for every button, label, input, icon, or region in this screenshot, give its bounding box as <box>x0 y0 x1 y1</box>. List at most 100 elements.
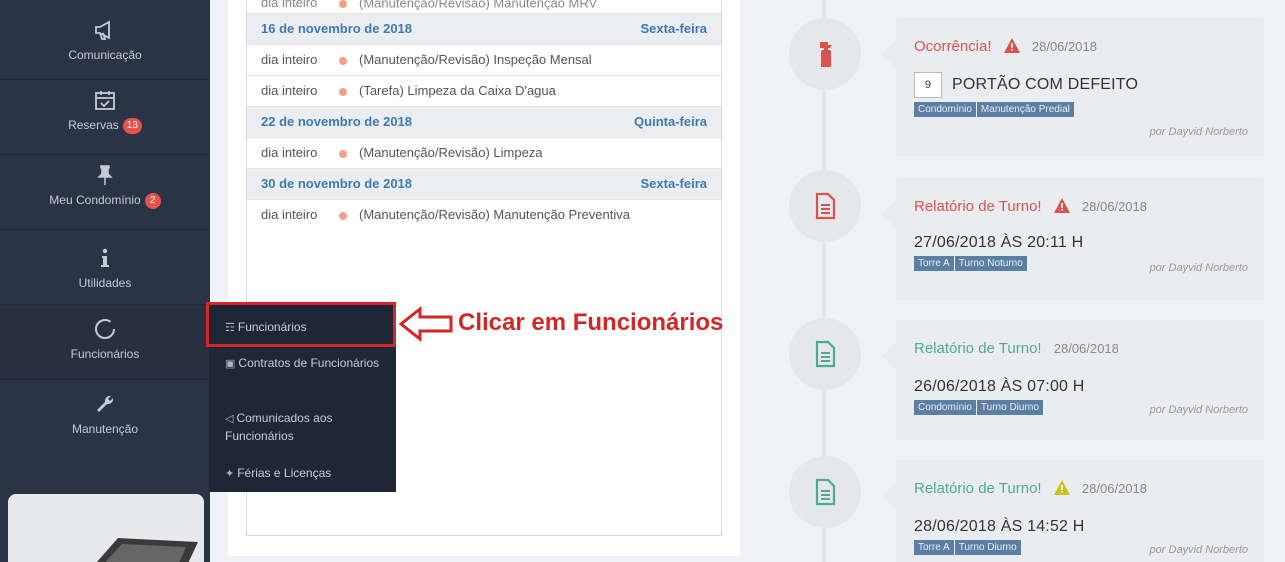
list-item[interactable]: dia inteiro (Manutenção/Revisão) Manutenç… <box>247 0 721 14</box>
event-dot <box>339 56 347 65</box>
card-author: por Dayvid Norberto <box>1149 262 1248 274</box>
event-dot <box>339 0 347 8</box>
submenu-item-label: Férias e Licenças <box>237 466 332 480</box>
card-date: 28/06/2018 <box>1031 39 1097 54</box>
reservas-badge: 13 <box>122 117 142 134</box>
date-header: 16 de novembro de 2018 Sexta-feira <box>247 14 721 45</box>
page: Comunicação Reservas 13 Meu Condomínio 2 U… <box>0 0 1285 562</box>
calendar-check-icon <box>95 91 115 110</box>
card-date: 28/06/2018 <box>1053 341 1119 356</box>
card-header: Relatório de Turno! 28/06/2018 <box>914 480 1246 500</box>
timeline-card[interactable]: Relatório de Turno! 28/06/2018 26/06/201… <box>882 320 1264 440</box>
tag: Condomínio <box>914 102 976 117</box>
callout-text: Clicar em Funcionários <box>458 309 724 336</box>
timeline-card[interactable]: Ocorrência! 28/06/2018 9 PORTÃO COM DEFEI… <box>882 18 1264 156</box>
list-item[interactable]: dia inteiro (Manutenção/Revisão) Inspeção… <box>247 45 721 76</box>
date-header: 30 de novembro de 2018 Sexta-feira <box>247 169 721 200</box>
date-label: 30 de novembro de 2018 <box>261 176 413 191</box>
card-date: 28/06/2018 <box>1081 481 1147 496</box>
pin-icon <box>97 165 113 185</box>
submenu-item-comunicados[interactable]: ◁ Comunicados aos Funcionários <box>215 406 393 449</box>
weekday-label: Sexta-feira <box>640 21 707 36</box>
fire-extinguisher-icon <box>816 42 832 67</box>
submenu-item-ferias[interactable]: ✦ Férias e Licenças <box>215 461 393 487</box>
date-header: 22 de novembro de 2018 Quinta-feira <box>247 107 721 138</box>
event-text: (Manutenção/Revisão) Manutenção Preventi… <box>359 207 630 222</box>
sidebar-item-label: Reservas <box>68 118 119 132</box>
occurrence-number: 9 <box>914 72 942 98</box>
tag-list: Condomínio Manutenção Predial <box>914 102 1246 117</box>
card-title: Ocorrência! <box>914 38 992 55</box>
card-author: por Dayvid Norberto <box>1149 404 1248 416</box>
megaphone-icon: ◁ <box>225 413 234 425</box>
event-time: dia inteiro <box>261 83 318 98</box>
sidebar-item-label: Comunicação <box>68 48 142 62</box>
meu-condominio-badge: 2 <box>144 192 161 209</box>
card-author: por Dayvid Norberto <box>1149 126 1248 138</box>
document-red-icon <box>815 192 836 220</box>
tag: Torre A <box>914 256 954 271</box>
warning-icon <box>1003 38 1020 53</box>
wrench-icon <box>97 395 114 412</box>
arrow-left-icon <box>398 306 453 342</box>
card-author: por Dayvid Norberto <box>1149 544 1248 556</box>
submenu-item-label: Comunicados aos Funcionários <box>225 411 333 443</box>
submenu-item-contratos[interactable]: ▣ Contratos de Funcionários <box>215 351 393 377</box>
circle-icon <box>95 319 115 339</box>
card-date: 28/06/2018 <box>1081 199 1147 214</box>
card-title: Relatório de Turno! <box>914 340 1042 357</box>
event-text: (Manutenção/Revisão) Limpeza <box>359 145 543 160</box>
event-time: dia inteiro <box>261 52 318 67</box>
card-header: Relatório de Turno! 28/06/2018 <box>914 198 1246 218</box>
card-body-text: 27/06/2018 ÀS 20:11 H <box>914 234 1084 251</box>
event-time: dia inteiro <box>261 207 318 222</box>
sidebar-item-comunicacao[interactable]: Comunicação <box>0 0 210 80</box>
card-body-text: 28/06/2018 ÀS 14:52 H <box>914 518 1085 535</box>
sidebar-item-meu-condominio[interactable]: Meu Condomínio 2 <box>0 155 210 230</box>
sidebar-item-label: Funcionários <box>70 347 140 361</box>
list-item[interactable]: dia inteiro (Manutenção/Revisão) Manutenç… <box>247 200 721 231</box>
sidebar-item-label: Manutenção <box>71 422 139 436</box>
timeline-icon-circle <box>789 18 861 90</box>
tag: Turno Diurno <box>976 400 1043 415</box>
card-title: Relatório de Turno! <box>914 480 1042 497</box>
card-header: Relatório de Turno! 28/06/2018 <box>914 340 1246 360</box>
tag: Turno Noturno <box>954 256 1027 271</box>
tag: Torre A <box>914 540 954 555</box>
app-promo-card <box>8 494 204 562</box>
event-text: (Manutenção/Revisão) Inspeção Mensal <box>359 52 592 67</box>
list-item[interactable]: dia inteiro (Manutenção/Revisão) Limpeza <box>247 138 721 169</box>
timeline-card[interactable]: Relatório de Turno! 28/06/2018 28/06/201… <box>882 460 1264 562</box>
document-green-icon <box>815 478 836 506</box>
submenu-item-label: Contratos de Funcionários <box>238 356 380 370</box>
date-label: 22 de novembro de 2018 <box>261 114 413 129</box>
event-dot <box>339 211 347 220</box>
timeline-icon-circle <box>789 170 861 242</box>
sidebar-item-utilidades[interactable]: Utilidades <box>0 230 210 305</box>
timeline-card[interactable]: Relatório de Turno! 28/06/2018 27/06/201… <box>882 178 1264 300</box>
info-icon <box>101 248 109 267</box>
date-label: 16 de novembro de 2018 <box>261 21 413 36</box>
plane-icon: ✦ <box>225 468 235 480</box>
tag: Turno Diurno <box>954 540 1021 555</box>
timeline-icon-circle <box>789 456 861 528</box>
sidebar-item-funcionarios[interactable]: Funcionários <box>0 305 210 380</box>
sidebar-item-reservas[interactable]: Reservas 13 <box>0 80 210 155</box>
list-item[interactable]: dia inteiro (Tarefa) Limpeza da Caixa D'a… <box>247 76 721 107</box>
event-time: dia inteiro <box>261 145 318 160</box>
card-body-text: 26/06/2018 ÀS 07:00 H <box>914 378 1085 395</box>
warning-icon <box>1053 198 1070 213</box>
sidebar-item-manutencao[interactable]: Manutenção <box>0 380 210 455</box>
briefcase-icon: ▣ <box>225 358 236 370</box>
timeline-icon-circle <box>789 318 861 390</box>
card-title: Relatório de Turno! <box>914 198 1042 215</box>
tag: Manutenção Predial <box>976 102 1074 117</box>
event-text: (Manutenção/Revisão) Manutenção MRV <box>359 0 598 11</box>
warning-icon <box>1053 480 1070 495</box>
sidebar-item-label: Utilidades <box>78 276 132 290</box>
card-body: 9 PORTÃO COM DEFEITO <box>914 72 1246 98</box>
megaphone-icon <box>95 20 110 40</box>
tag: Condomínio <box>914 400 976 415</box>
event-dot <box>339 87 347 96</box>
highlight-box <box>206 302 396 347</box>
